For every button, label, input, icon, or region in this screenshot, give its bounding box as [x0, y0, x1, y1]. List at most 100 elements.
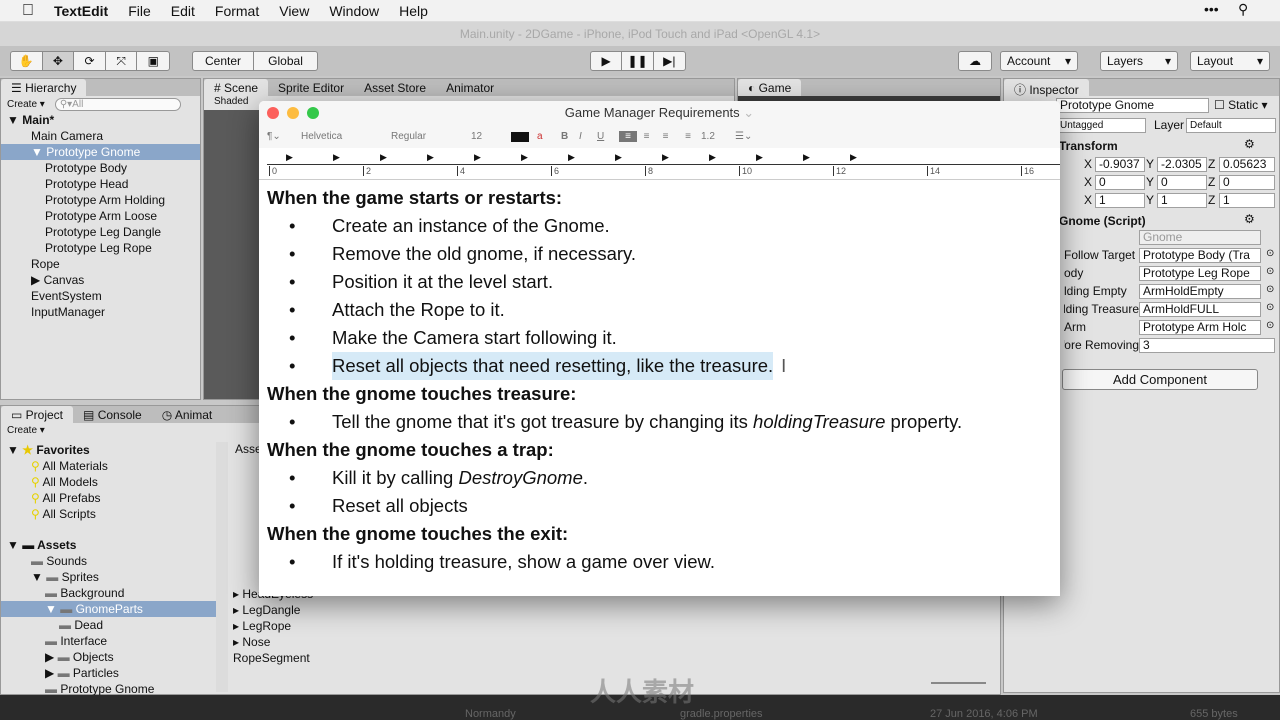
hierarchy-item[interactable]: Prototype Arm Holding	[1, 192, 200, 208]
asset-folder[interactable]: ▼ ▬ Sprites	[1, 569, 216, 585]
text-color-swatch[interactable]	[511, 131, 529, 142]
asset-file[interactable]: ▸ LegRope	[233, 618, 313, 634]
justify-icon[interactable]: ≡	[675, 131, 701, 142]
play-icon[interactable]: ▶	[591, 52, 623, 70]
global-button[interactable]: Global	[254, 52, 317, 70]
tab-stop-icon[interactable]: ▶	[850, 152, 857, 163]
tag-dropdown[interactable]: Untagged	[1056, 118, 1146, 133]
list-style-icon[interactable]: ☰⌄	[735, 131, 752, 142]
ruler[interactable]: 0 2 4 6 8 10 12 14 16 ▶ ▶ ▶ ▶ ▶ ▶ ▶ ▶ ▶ ▶ ▶ ▶ ▶	[259, 148, 1060, 180]
tab-project[interactable]: ▭ Project	[1, 406, 74, 423]
script-field-value[interactable]: ArmHoldFULL	[1139, 302, 1261, 317]
align-left-icon[interactable]: ≡	[619, 131, 637, 142]
font-style-select[interactable]: Regular	[391, 131, 471, 142]
hierarchy-item[interactable]: ▼ Prototype Gnome	[1, 144, 200, 160]
asset-folder[interactable]: ▬ Sounds	[1, 553, 216, 569]
hierarchy-item[interactable]: Prototype Arm Loose	[1, 208, 200, 224]
font-size-select[interactable]: 12	[471, 131, 511, 142]
hierarchy-search[interactable]: ⚲▾All	[54, 97, 181, 111]
object-picker-icon[interactable]: ⊙	[1266, 320, 1274, 331]
tab-stop-icon[interactable]: ▶	[709, 152, 716, 163]
hierarchy-item[interactable]: Prototype Head	[1, 176, 200, 192]
rotation-x-field[interactable]: 0	[1095, 175, 1145, 190]
scene-root[interactable]: ▼ Main*	[1, 112, 200, 128]
asset-file[interactable]: RopeSegment	[233, 650, 313, 666]
gear-icon[interactable]: ⚙	[1244, 212, 1255, 226]
asset-file[interactable]: ▸ Nose	[233, 634, 313, 650]
asset-folder[interactable]: ▶ ▬ Particles	[1, 665, 216, 681]
favorite-item[interactable]: ⚲ All Materials	[1, 458, 216, 474]
scale-z-field[interactable]: 1	[1219, 193, 1275, 208]
position-x-field[interactable]: -0.9037	[1095, 157, 1145, 172]
app-menu[interactable]: TextEdit	[54, 3, 108, 19]
hierarchy-item[interactable]: Prototype Leg Dangle	[1, 224, 200, 240]
tab-stop-icon[interactable]: ▶	[427, 152, 434, 163]
minimize-button[interactable]	[287, 107, 299, 119]
asset-folder[interactable]: ▶ ▬ Objects	[1, 649, 216, 665]
highlight-color-icon[interactable]: a	[537, 131, 561, 142]
assets-folder[interactable]: ▼ ▬ Assets	[1, 537, 216, 553]
paragraph-style-icon[interactable]: ¶⌄	[267, 131, 293, 142]
layout-dropdown[interactable]: Layout ▾	[1190, 51, 1270, 71]
scale-tool-icon[interactable]: ⤧	[106, 52, 138, 70]
hierarchy-item[interactable]: ▶ Canvas	[1, 272, 200, 288]
favorite-item[interactable]: ⚲ All Models	[1, 474, 216, 490]
favorite-item[interactable]: ⚲ All Prefabs	[1, 490, 216, 506]
transform-header[interactable]: Transform	[1059, 139, 1118, 153]
script-header[interactable]: Gnome (Script)	[1059, 214, 1146, 228]
tab-stop-icon[interactable]: ▶	[756, 152, 763, 163]
close-button[interactable]	[267, 107, 279, 119]
tab-stop-icon[interactable]: ▶	[380, 152, 387, 163]
create-button[interactable]: Create ▾	[7, 99, 45, 110]
move-tool-icon[interactable]: ✥	[42, 52, 75, 70]
tab-stop-icon[interactable]: ▶	[615, 152, 622, 163]
object-picker-icon[interactable]: ⊙	[1266, 248, 1274, 259]
object-picker-icon[interactable]: ⊙	[1266, 302, 1274, 313]
position-y-field[interactable]: -2.0305	[1157, 157, 1207, 172]
tab-console[interactable]: ▤ Console	[73, 406, 152, 423]
asset-folder[interactable]: ▬ Interface	[1, 633, 216, 649]
line-spacing-select[interactable]: 1.2	[701, 131, 735, 142]
hierarchy-item[interactable]: Prototype Leg Rope	[1, 240, 200, 256]
account-dropdown[interactable]: Account ▾	[1000, 51, 1078, 71]
script-field-value[interactable]: ArmHoldEmpty	[1139, 284, 1261, 299]
menu-format[interactable]: Format	[215, 3, 259, 19]
rect-tool-icon[interactable]: ▣	[137, 52, 169, 70]
object-picker-icon[interactable]: ⊙	[1266, 284, 1274, 295]
tab-inspector[interactable]: ⓘ Inspector	[1004, 79, 1089, 97]
bold-icon[interactable]: B	[561, 131, 579, 142]
script-field-value[interactable]: 3	[1139, 338, 1275, 353]
underline-icon[interactable]: U	[597, 131, 619, 142]
add-component-button[interactable]: Add Component	[1062, 369, 1258, 390]
tab-hierarchy[interactable]: ☰ Hierarchy	[1, 79, 87, 96]
asset-file[interactable]: ▸ LegDangle	[233, 602, 313, 618]
tab-stop-icon[interactable]: ▶	[521, 152, 528, 163]
tab-stop-icon[interactable]: ▶	[662, 152, 669, 163]
search-icon[interactable]: ⚲	[1238, 1, 1248, 18]
asset-folder[interactable]: ▬ Dead	[1, 617, 216, 633]
tab-stop-icon[interactable]: ▶	[568, 152, 575, 163]
tab-stop-icon[interactable]: ▶	[286, 152, 293, 163]
tab-animation[interactable]: ◷ Animat	[151, 406, 223, 423]
tab-game[interactable]: ◐ Game	[738, 79, 802, 96]
layers-dropdown[interactable]: Layers ▾	[1100, 51, 1178, 71]
tab-sprite-editor[interactable]: Sprite Editor	[268, 79, 355, 96]
gear-icon[interactable]: ⚙	[1244, 137, 1255, 151]
script-field-value[interactable]: Prototype Leg Rope	[1139, 266, 1261, 281]
pause-icon[interactable]: ❚❚	[622, 52, 654, 70]
tab-stop-icon[interactable]: ▶	[333, 152, 340, 163]
apple-icon[interactable]: 	[22, 2, 34, 20]
menu-edit[interactable]: Edit	[171, 3, 195, 19]
rotate-tool-icon[interactable]: ⟳	[74, 52, 106, 70]
scale-y-field[interactable]: 1	[1157, 193, 1207, 208]
layer-dropdown[interactable]: Default	[1186, 118, 1276, 133]
scale-x-field[interactable]: 1	[1095, 193, 1145, 208]
font-family-select[interactable]: Helvetica	[301, 131, 391, 142]
hierarchy-item[interactable]: EventSystem	[1, 288, 200, 304]
favorites-folder[interactable]: ▼ ★ Favorites	[1, 442, 216, 458]
tab-stop-icon[interactable]: ▶	[803, 152, 810, 163]
hand-tool-icon[interactable]: ✋	[11, 52, 43, 70]
zoom-button[interactable]	[307, 107, 319, 119]
tab-asset-store[interactable]: Asset Store	[354, 79, 437, 96]
hierarchy-item[interactable]: Main Camera	[1, 128, 200, 144]
